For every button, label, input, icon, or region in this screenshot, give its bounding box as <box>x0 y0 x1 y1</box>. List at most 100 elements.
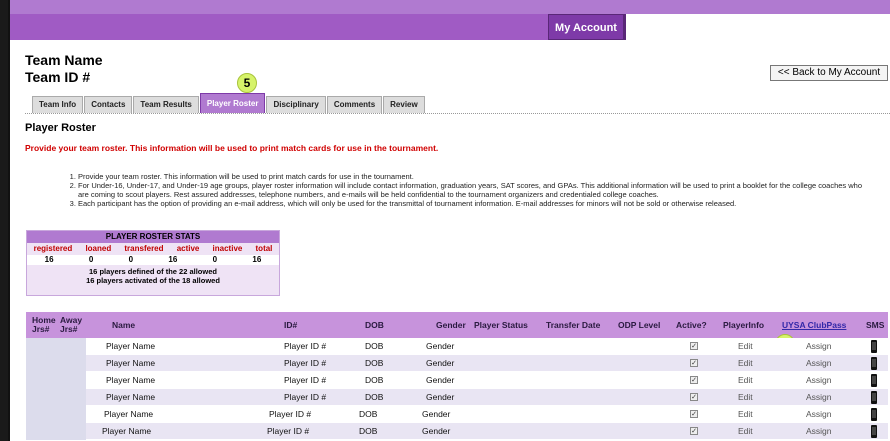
player-gender: Gender <box>426 341 455 351</box>
col-away-jrs: Away Jrs# <box>60 315 83 334</box>
stats-col-registered: registered <box>33 244 73 253</box>
player-gender: Gender <box>426 375 455 385</box>
assign-link[interactable]: Assign <box>806 389 832 406</box>
tab-team-info[interactable]: Team Info <box>32 96 84 113</box>
player-id: Player ID # <box>269 409 312 419</box>
col-transfer-date: Transfer Date <box>546 320 601 330</box>
roster-instruction: Provide your team roster. This informati… <box>25 143 439 153</box>
col-home-jrs: Home Jrs# <box>32 315 56 334</box>
active-checkbox[interactable]: ✓ <box>690 359 698 367</box>
tab-player-roster[interactable]: Player Roster <box>199 93 266 113</box>
player-dob: DOB <box>365 358 384 368</box>
player-gender: Gender <box>426 358 455 368</box>
player-roster-table: Home Jrs# Away Jrs# Name ID# DOB Gender … <box>26 312 888 440</box>
col-gender: Gender <box>436 320 466 330</box>
edit-link[interactable]: Edit <box>738 355 753 372</box>
col-sms: SMS <box>866 320 885 330</box>
jersey-cells <box>26 355 86 372</box>
player-name: Player Name <box>104 409 154 419</box>
col-id: ID# <box>284 320 298 330</box>
edit-link[interactable]: Edit <box>738 338 753 355</box>
player-name: Player Name <box>106 341 156 351</box>
active-checkbox[interactable]: ✓ <box>690 342 698 350</box>
table-row: Player Name Player ID # DOB Gender ✓ Edi… <box>26 355 888 372</box>
jersey-cells <box>26 338 86 355</box>
nav-fill <box>10 14 548 40</box>
roster-notes: Provide your team roster. This informati… <box>66 172 866 208</box>
player-id: Player ID # <box>284 375 327 385</box>
player-dob: DOB <box>359 409 378 419</box>
page-frame: My Account Team Name Team ID # << Back t… <box>8 0 890 441</box>
tab-disciplinary[interactable]: Disciplinary <box>266 96 326 113</box>
stats-val-inactive: 0 <box>212 255 218 264</box>
jersey-cells <box>26 423 86 440</box>
step-badge-5: 5 <box>237 73 257 93</box>
stats-col-transfered: transfered <box>124 244 164 253</box>
phone-icon[interactable] <box>871 391 877 404</box>
phone-icon[interactable] <box>871 357 877 370</box>
player-name: Player Name <box>106 375 156 385</box>
player-dob: DOB <box>365 375 384 385</box>
assign-link[interactable]: Assign <box>806 406 832 423</box>
team-id: Team ID # <box>25 69 91 85</box>
stats-val-active: 16 <box>168 255 178 264</box>
player-id: Player ID # <box>267 426 310 436</box>
stats-col-loaned: loaned <box>85 244 112 253</box>
tab-team-results[interactable]: Team Results <box>133 96 199 113</box>
tab-review[interactable]: Review <box>383 96 425 113</box>
player-id: Player ID # <box>284 392 327 402</box>
stats-val-registered: 16 <box>44 255 54 264</box>
jersey-cells <box>26 389 86 406</box>
player-name: Player Name <box>106 358 156 368</box>
player-id: Player ID # <box>284 341 327 351</box>
active-checkbox[interactable]: ✓ <box>690 427 698 435</box>
player-dob: DOB <box>365 392 384 402</box>
my-account-tab[interactable]: My Account <box>548 14 624 40</box>
assign-link[interactable]: Assign <box>806 423 832 440</box>
top-navigation-bar: My Account <box>10 0 890 40</box>
tab-contacts[interactable]: Contacts <box>84 96 133 113</box>
phone-icon[interactable] <box>871 408 877 421</box>
tab-comments[interactable]: Comments <box>326 96 383 113</box>
stats-val-total: 16 <box>252 255 262 264</box>
nav-right-area <box>624 14 890 40</box>
phone-icon[interactable] <box>871 340 877 353</box>
stats-columns: registered loaned transfered active inac… <box>27 243 279 255</box>
player-gender: Gender <box>426 392 455 402</box>
col-player-status: Player Status <box>474 320 528 330</box>
active-checkbox[interactable]: ✓ <box>690 410 698 418</box>
table-row: Player Name Player ID # DOB Gender ✓ Edi… <box>26 389 888 406</box>
player-dob: DOB <box>365 341 384 351</box>
player-gender: Gender <box>422 426 451 436</box>
col-active: Active? <box>676 320 707 330</box>
active-checkbox[interactable]: ✓ <box>690 376 698 384</box>
phone-icon[interactable] <box>871 374 877 387</box>
active-checkbox[interactable]: ✓ <box>690 393 698 401</box>
col-uysa-clubpass-link[interactable]: UYSA ClubPass <box>782 312 846 338</box>
edit-link[interactable]: Edit <box>738 423 753 440</box>
stats-col-active: active <box>176 244 200 253</box>
assign-link[interactable]: Assign <box>806 355 832 372</box>
edit-link[interactable]: Edit <box>738 406 753 423</box>
table-row: Player Name Player ID # DOB Gender ✓ Edi… <box>26 423 888 440</box>
table-row: Player Name Player ID # DOB Gender ✓ Edi… <box>26 372 888 389</box>
section-title: Player Roster <box>25 122 96 134</box>
note-item: Provide your team roster. This informati… <box>78 172 866 181</box>
jersey-cells <box>26 372 86 389</box>
team-tabs: Team Info Contacts Team Results Player R… <box>32 93 425 113</box>
edit-link[interactable]: Edit <box>738 372 753 389</box>
assign-link[interactable]: Assign <box>806 372 832 389</box>
table-row: Player Name Player ID # DOB Gender ✓ Edi… <box>26 338 888 355</box>
stats-col-inactive: inactive <box>212 244 243 253</box>
assign-link[interactable]: Assign <box>806 338 832 355</box>
back-to-my-account-button[interactable]: << Back to My Account <box>770 65 888 81</box>
col-dob: DOB <box>365 320 384 330</box>
stats-activated-line: 16 players activated of the 18 allowed <box>86 276 220 285</box>
edit-link[interactable]: Edit <box>738 389 753 406</box>
col-name: Name <box>112 320 136 330</box>
phone-icon[interactable] <box>871 425 877 438</box>
player-id: Player ID # <box>284 358 327 368</box>
table-row: Player Name Player ID # DOB Gender ✓ Edi… <box>26 406 888 423</box>
player-roster-stats: PLAYER ROSTER STATS registered loaned tr… <box>26 230 280 296</box>
player-dob: DOB <box>359 426 378 436</box>
